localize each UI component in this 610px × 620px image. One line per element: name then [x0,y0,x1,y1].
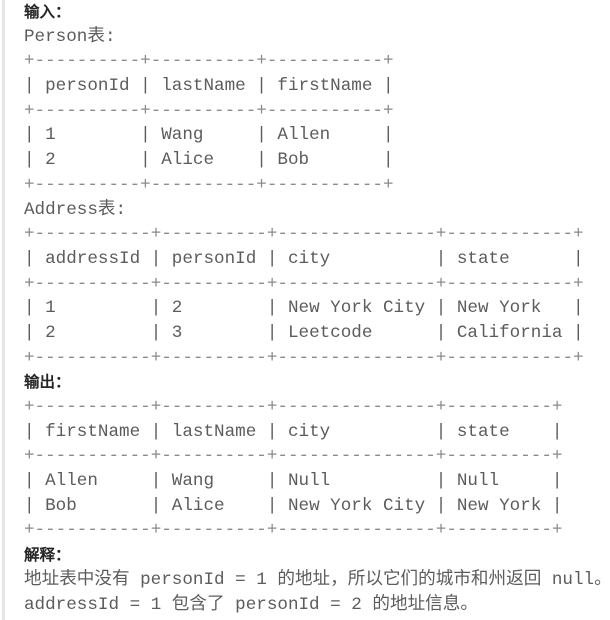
table-row: | Allen | Wang | Null | Null | [24,471,563,492]
address-table: +-----------+----------+---------------+… [24,222,610,370]
table-border: +----------+----------+-----------+ [24,51,394,72]
table-border: +-----------+----------+---------------+… [24,397,563,417]
table-border: +----------+----------+-----------+ [24,174,394,195]
person-table: +----------+----------+-----------+ | pe… [24,49,610,197]
explanation-heading: 解释： [24,546,71,565]
example-block: 输入： Person表: +----------+----------+----… [24,0,610,617]
table-border: +-----------+----------+---------------+… [24,446,563,467]
table-border: +-----------+----------+---------------+… [24,273,584,294]
table-border: +-----------+----------+---------------+… [24,520,563,541]
table-row: | 2 | Alice | Bob | [24,150,394,171]
table-row: | 1 | 2 | New York City | New York | [24,298,584,319]
person-table-label: Person表: [24,26,116,47]
table-border: +-----------+----------+---------------+… [24,347,584,368]
table-header-row: | personId | lastName | firstName | [24,76,394,97]
table-row: | 2 | 3 | Leetcode | California | [24,322,584,343]
table-header-row: | firstName | lastName | city | state | [24,421,563,442]
table-row: | 1 | Wang | Allen | [24,125,394,146]
address-table-label: Address表: [24,199,127,220]
blockquote-border [2,0,5,620]
table-header-row: | addressId | personId | city | state | [24,248,584,269]
table-border: +----------+----------+-----------+ [24,100,394,121]
input-heading: 输入： [24,3,71,21]
explanation-line: addressId = 1 包含了 personId = 2 的地址信息。 [24,594,478,615]
explanation-line: 地址表中没有 personId = 1 的地址，所以它们的城市和州返回 null… [24,569,610,590]
output-table: +-----------+----------+---------------+… [24,395,610,543]
table-row: | Bob | Alice | New York City | New York… [24,495,563,516]
output-heading: 输出： [24,373,71,392]
table-border: +-----------+----------+---------------+… [24,224,584,245]
